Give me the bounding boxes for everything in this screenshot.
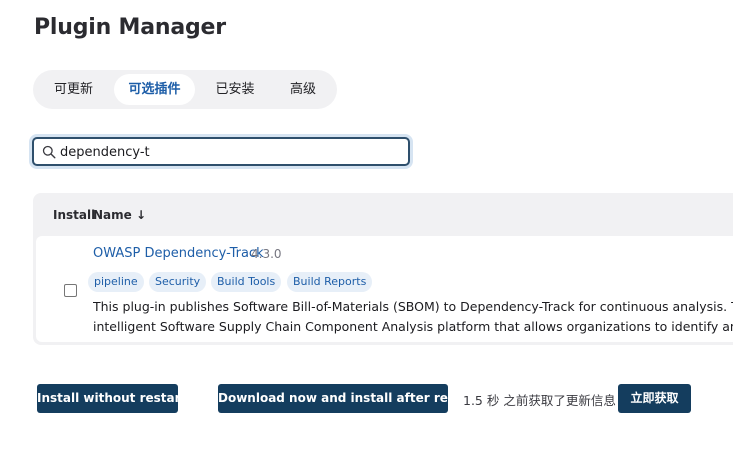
plugin-table: Install Name ↓ OWASP Dependency-Track 4.… (33, 193, 733, 345)
tag-build-tools[interactable]: Build Tools (211, 272, 282, 292)
search-input[interactable] (60, 142, 400, 162)
install-without-restart-button[interactable]: Install without restart (37, 384, 186, 413)
name-column-header[interactable]: Name ↓ (93, 208, 146, 222)
table-row: OWASP Dependency-Track 4.3.0 pipeline Se… (36, 236, 733, 342)
tab-installed[interactable]: 已安装 (203, 74, 267, 105)
search-icon (42, 145, 56, 159)
search-box[interactable] (32, 137, 410, 166)
tag-pipeline[interactable]: pipeline (88, 272, 144, 292)
tab-available[interactable]: 可选插件 (114, 74, 195, 105)
tab-bar: 可更新 可选插件 已安装 高级 (33, 70, 337, 109)
install-column-header: Install (53, 208, 96, 222)
update-status-text: 1.5 秒 之前获取了更新信息 (463, 393, 616, 408)
description-line: intelligent Software Supply Chain Compon… (93, 319, 733, 334)
description-line: This plug-in publishes Software Bill-of-… (93, 299, 733, 314)
tab-updates[interactable]: 可更新 (41, 74, 106, 105)
plugin-name-link[interactable]: OWASP Dependency-Track (93, 246, 264, 261)
download-and-install-after-restart-button[interactable]: Download now and install after restart (218, 384, 481, 413)
tab-advanced[interactable]: 高级 (275, 74, 331, 105)
plugin-manager-page: Plugin Manager 可更新 可选插件 已安装 高级 Install N… (0, 0, 733, 461)
install-checkbox[interactable] (64, 284, 77, 297)
plugin-version: 4.3.0 (251, 247, 282, 261)
fetch-now-button[interactable]: 立即获取 (618, 384, 691, 413)
page-title: Plugin Manager (34, 15, 226, 40)
tag-build-reports[interactable]: Build Reports (287, 272, 373, 292)
plugin-description: This plug-in publishes Software Bill-of-… (93, 297, 733, 341)
tag-security[interactable]: Security (149, 272, 207, 292)
